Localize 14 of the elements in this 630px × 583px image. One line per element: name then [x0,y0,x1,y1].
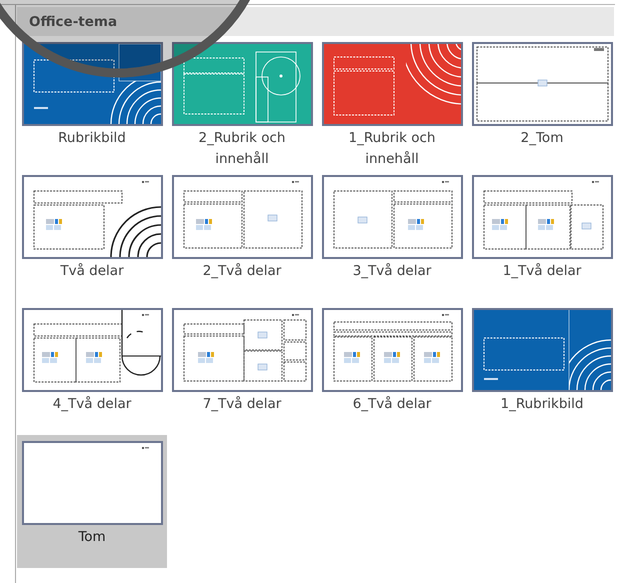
layout-item[interactable]: 3_Två delar [317,169,467,302]
section-title: Office-tema [29,14,118,30]
layout-item[interactable]: Rubrikbild [17,36,167,169]
layout-item[interactable]: Tom [17,435,167,568]
layout-item[interactable]: 2_Tom [467,36,617,169]
layout-item[interactable]: 1_Rubrikbild [467,302,617,435]
layout-item[interactable]: 1_Två delar [467,169,617,302]
layout-item[interactable]: 6_Två delar [317,302,467,435]
layout-item[interactable]: 4_Två delar [17,302,167,435]
layout-item[interactable]: 2_Rubrik och innehåll [167,36,317,169]
layout-item[interactable]: 2_Två delar [167,169,317,302]
layout-item[interactable]: 1_Rubrik och innehåll [317,36,467,169]
layout-item[interactable]: 7_Två delar [167,302,317,435]
layout-item[interactable]: Två delar [17,169,167,302]
